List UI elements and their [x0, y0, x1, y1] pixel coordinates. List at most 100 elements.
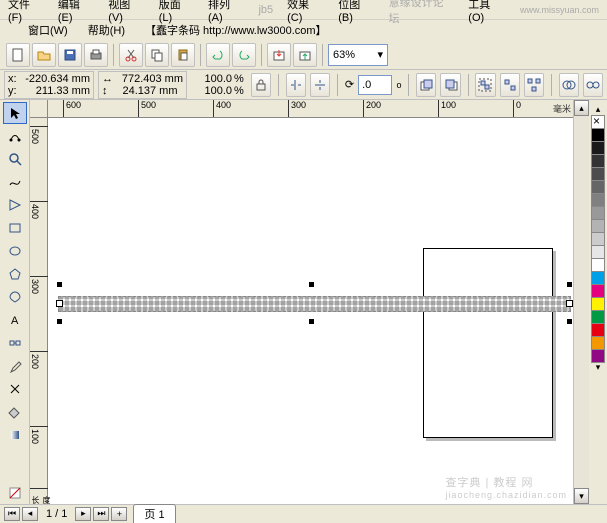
swatch[interactable]	[591, 206, 605, 220]
menu-bitmaps[interactable]: 位图(B)	[338, 0, 374, 24]
add-page-button[interactable]: +	[111, 507, 127, 521]
swatch[interactable]	[591, 154, 605, 168]
menu-barcode[interactable]: 【蠢字条码 http://www.lw3000.com】	[145, 22, 327, 38]
swatch[interactable]	[591, 219, 605, 233]
mirror-v-button[interactable]	[310, 73, 330, 97]
width-value[interactable]: 772.403 mm	[115, 73, 183, 85]
swatch-none[interactable]	[591, 115, 605, 129]
selection-handle-e[interactable]	[566, 300, 573, 307]
swatch-yellow[interactable]	[591, 297, 605, 311]
swatch-white[interactable]	[591, 258, 605, 272]
menu-file[interactable]: 文件(F)	[8, 0, 44, 24]
ungroup-all-button[interactable]	[524, 73, 544, 97]
selection-handle-w[interactable]	[56, 300, 63, 307]
fill-tool[interactable]	[3, 401, 27, 423]
ruler-origin[interactable]	[30, 100, 48, 118]
swatch[interactable]	[591, 232, 605, 246]
selected-object[interactable]	[58, 296, 571, 312]
cut-button[interactable]	[119, 43, 143, 67]
selection-handle-ne[interactable]	[566, 281, 573, 288]
export-button[interactable]	[293, 43, 317, 67]
undo-button[interactable]	[206, 43, 230, 67]
menu-window[interactable]: 窗口(W)	[28, 22, 68, 38]
swatch-black[interactable]	[591, 128, 605, 142]
ruler-vertical[interactable]: 500 400 300 200 100 长度	[30, 118, 48, 504]
selection-handle-nw[interactable]	[56, 281, 63, 288]
page-tab[interactable]: 页 1	[133, 504, 175, 523]
interactive-fill-tool[interactable]	[3, 424, 27, 446]
y-value[interactable]: 211.33 mm	[22, 85, 90, 97]
pick-tool[interactable]	[3, 102, 27, 124]
scroll-down-button[interactable]: ▾	[574, 488, 589, 504]
scroll-track[interactable]	[574, 116, 589, 488]
copy-button[interactable]	[145, 43, 169, 67]
eyedropper-tool[interactable]	[3, 355, 27, 377]
selection-handle-se[interactable]	[566, 318, 573, 325]
swatch-purple[interactable]	[591, 349, 605, 363]
swatch-magenta[interactable]	[591, 284, 605, 298]
rectangle-tool[interactable]	[3, 217, 27, 239]
height-value[interactable]: 24.137 mm	[110, 85, 178, 97]
menu-bar-2: 窗口(W) 帮助(H) 【蠢字条码 http://www.lw3000.com】	[0, 20, 607, 40]
ellipse-tool[interactable]	[3, 240, 27, 262]
page-last-button[interactable]: ⏭	[93, 507, 109, 521]
swatch[interactable]	[591, 180, 605, 194]
menu-layout[interactable]: 版面(L)	[159, 0, 194, 24]
print-button[interactable]	[84, 43, 108, 67]
page-prev-button[interactable]: ◂	[22, 507, 38, 521]
scroll-up-button[interactable]: ▴	[574, 100, 589, 116]
new-button[interactable]	[6, 43, 30, 67]
shape-tool[interactable]	[3, 125, 27, 147]
mirror-h-button[interactable]	[286, 73, 306, 97]
to-back-button[interactable]	[440, 73, 460, 97]
open-button[interactable]	[32, 43, 56, 67]
selection-handle-s[interactable]	[308, 318, 315, 325]
save-button[interactable]	[58, 43, 82, 67]
group-button[interactable]	[475, 73, 495, 97]
blend-tool[interactable]	[3, 332, 27, 354]
smart-draw-tool[interactable]	[3, 194, 27, 216]
swatch-green[interactable]	[591, 310, 605, 324]
no-fill-tool[interactable]	[3, 482, 27, 504]
swatch-orange[interactable]	[591, 336, 605, 350]
break-button[interactable]	[583, 73, 603, 97]
menu-view[interactable]: 视图(V)	[108, 0, 144, 24]
canvas[interactable]: 查字典 | 教程 网 jiaocheng.chazidian.com	[48, 118, 573, 504]
swatch[interactable]	[591, 193, 605, 207]
swatch[interactable]	[591, 167, 605, 181]
page-first-button[interactable]: ⏮	[4, 507, 20, 521]
swatch[interactable]	[591, 245, 605, 259]
page-next-button[interactable]: ▸	[75, 507, 91, 521]
swatch[interactable]	[591, 141, 605, 155]
swatch-red[interactable]	[591, 323, 605, 337]
menu-edit[interactable]: 编辑(E)	[58, 0, 94, 24]
x-value[interactable]: -220.634 mm	[22, 73, 90, 85]
ungroup-button[interactable]	[500, 73, 520, 97]
to-front-button[interactable]	[416, 73, 436, 97]
scrollbar-vertical[interactable]: ▴ ▾	[573, 100, 589, 504]
menu-help[interactable]: 帮助(H)	[88, 22, 125, 38]
menu-tools[interactable]: 工具(O)	[468, 0, 506, 24]
selection-handle-n[interactable]	[308, 281, 315, 288]
menu-arrange[interactable]: 排列(A)	[208, 0, 244, 24]
ruler-horizontal[interactable]: 600 500 400 300 200 100 0 毫米	[48, 100, 573, 118]
rotation-input[interactable]: .0	[358, 75, 392, 95]
selection-handle-sw[interactable]	[56, 318, 63, 325]
basic-shapes-tool[interactable]	[3, 286, 27, 308]
scale-x[interactable]: 100.0	[194, 73, 232, 85]
freehand-tool[interactable]	[3, 171, 27, 193]
palette-down-button[interactable]: ▾	[596, 362, 601, 373]
import-button[interactable]	[267, 43, 291, 67]
zoom-tool[interactable]	[3, 148, 27, 170]
polygon-tool[interactable]	[3, 263, 27, 285]
lock-ratio-button[interactable]	[251, 73, 271, 97]
swatch-cyan[interactable]	[591, 271, 605, 285]
paste-button[interactable]	[171, 43, 195, 67]
redo-button[interactable]	[232, 43, 256, 67]
combine-button[interactable]	[559, 73, 579, 97]
outline-tool[interactable]	[3, 378, 27, 400]
menu-effects[interactable]: 效果(C)	[287, 0, 324, 24]
scale-y[interactable]: 100.0	[194, 85, 232, 97]
zoom-dropdown[interactable]: 63% ▾	[328, 44, 388, 66]
text-tool[interactable]: A	[3, 309, 27, 331]
